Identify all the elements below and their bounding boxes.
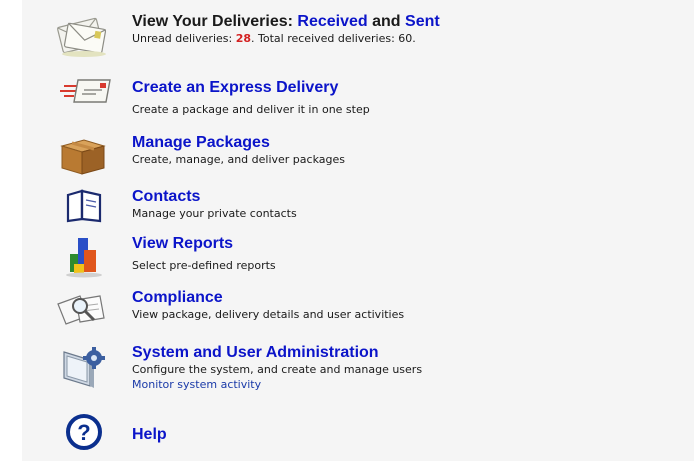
package-box-icon: [50, 132, 114, 178]
manage-packages-link[interactable]: Manage Packages: [132, 133, 686, 152]
contacts-text: Contacts Manage your private contacts: [132, 187, 686, 221]
admin-text: System and User Administration Configure…: [132, 343, 686, 392]
packages-text: Manage Packages Create, manage, and deli…: [132, 133, 686, 167]
monitor-gear-icon: [50, 342, 114, 392]
contacts-link[interactable]: Contacts: [132, 187, 686, 206]
and-text: and: [367, 13, 406, 30]
menu-item-help[interactable]: ? Help: [22, 410, 694, 456]
express-delivery-link[interactable]: Create an Express Delivery: [132, 78, 686, 97]
menu-item-contacts[interactable]: Contacts Manage your private contacts: [22, 185, 694, 225]
deliveries-title-prefix: View Your Deliveries:: [132, 13, 298, 30]
admin-description: Configure the system, and create and man…: [132, 363, 423, 376]
administration-link[interactable]: System and User Administration: [132, 343, 686, 362]
help-question-icon: ?: [50, 412, 114, 452]
deliveries-title: View Your Deliveries: Received and Sent: [132, 12, 686, 31]
deliveries-summary: Unread deliveries: 28. Total received de…: [132, 31, 686, 46]
reports-text: View Reports Select pre-defined reports: [132, 234, 686, 273]
total-label: . Total received deliveries: 60.: [251, 32, 416, 45]
packages-description: Create, manage, and deliver packages: [132, 153, 345, 166]
unread-count: 28: [235, 32, 252, 45]
menu-item-manage-packages[interactable]: Manage Packages Create, manage, and deli…: [22, 130, 694, 180]
address-book-icon: [50, 185, 114, 225]
magnifier-documents-icon: [50, 286, 114, 332]
express-envelope-icon: [50, 70, 114, 116]
help-text: Help: [132, 425, 686, 444]
menu-item-deliveries: View Your Deliveries: Received and Sent …: [22, 8, 694, 58]
express-description: Create a package and deliver it in one s…: [132, 103, 370, 116]
received-link[interactable]: Received: [297, 13, 367, 30]
sent-link[interactable]: Sent: [405, 13, 440, 30]
express-text: Create an Express Delivery Create a pack…: [132, 78, 686, 117]
menu-item-express-delivery[interactable]: Create an Express Delivery Create a pack…: [22, 70, 694, 120]
help-link[interactable]: Help: [132, 425, 686, 444]
main-menu-panel: View Your Deliveries: Received and Sent …: [22, 0, 694, 461]
unread-label: Unread deliveries:: [132, 32, 236, 45]
view-reports-link[interactable]: View Reports: [132, 234, 686, 253]
compliance-text: Compliance View package, delivery detail…: [132, 288, 686, 322]
compliance-description: View package, delivery details and user …: [132, 308, 405, 321]
envelopes-icon: [50, 12, 114, 58]
menu-item-compliance[interactable]: Compliance View package, delivery detail…: [22, 286, 694, 334]
svg-text:?: ?: [77, 420, 90, 445]
menu-item-administration[interactable]: System and User Administration Configure…: [22, 340, 694, 400]
menu-item-view-reports[interactable]: View Reports Select pre-defined reports: [22, 232, 694, 280]
compliance-link[interactable]: Compliance: [132, 288, 686, 307]
bar-chart-icon: [50, 232, 114, 278]
monitor-system-activity-link[interactable]: Monitor system activity: [132, 377, 686, 392]
contacts-description: Manage your private contacts: [132, 207, 297, 220]
deliveries-text: View Your Deliveries: Received and Sent …: [132, 12, 686, 46]
reports-description: Select pre-defined reports: [132, 259, 276, 272]
